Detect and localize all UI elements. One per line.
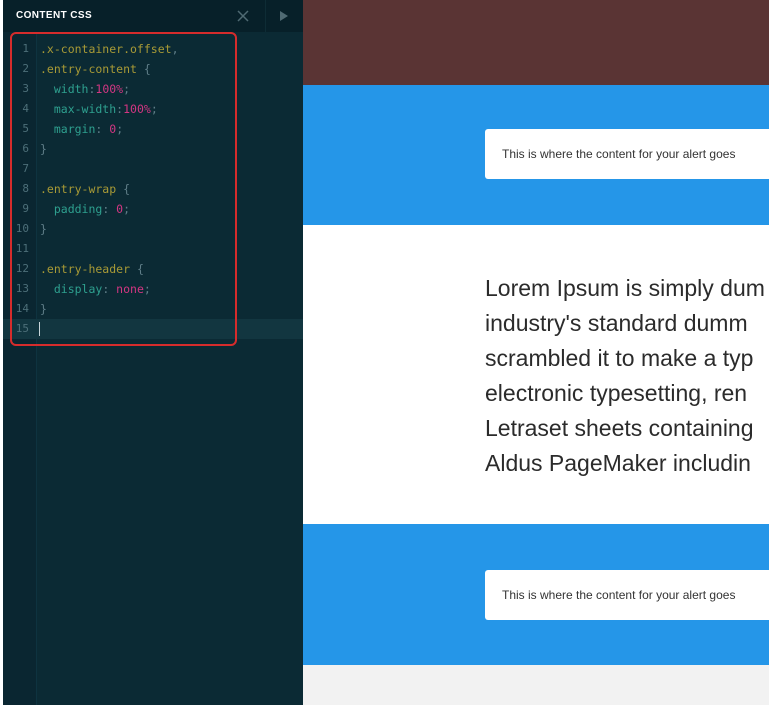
- hero-section: [303, 0, 769, 85]
- play-icon[interactable]: [274, 7, 292, 25]
- panel-title: CONTENT CSS: [16, 10, 93, 21]
- alert-band-bottom: This is where the content for your alert…: [303, 524, 769, 665]
- page-preview: This is where the content for your alert…: [303, 0, 769, 705]
- paragraph-line: industry's standard dumm: [485, 310, 748, 336]
- paragraph-line: Aldus PageMaker includin: [485, 450, 751, 476]
- paragraph-line: electronic typesetting, ren: [485, 380, 748, 406]
- footer-section: [303, 665, 769, 705]
- alert-text: This is where the content for your alert…: [502, 588, 736, 602]
- alert-box: This is where the content for your alert…: [485, 570, 769, 620]
- header-divider: [265, 0, 266, 32]
- editor-header: CONTENT CSS: [3, 0, 303, 32]
- paragraph-line: Lorem Ipsum is simply dum: [485, 275, 765, 301]
- alert-text: This is where the content for your alert…: [502, 147, 736, 161]
- css-editor-panel: CONTENT CSS 1 .x-container.offset, 2 .entry…: [3, 0, 303, 705]
- alert-box: This is where the content for your alert…: [485, 129, 769, 179]
- content-section: Lorem Ipsum is simply dum industry's sta…: [303, 225, 769, 524]
- paragraph-line: Letraset sheets containing: [485, 415, 754, 441]
- paragraph-line: scrambled it to make a typ: [485, 345, 754, 371]
- annotation-highlight-box: [10, 32, 237, 346]
- alert-band-top: This is where the content for your alert…: [303, 85, 769, 225]
- close-icon[interactable]: [234, 7, 252, 25]
- lorem-paragraph: Lorem Ipsum is simply dum industry's sta…: [485, 271, 765, 481]
